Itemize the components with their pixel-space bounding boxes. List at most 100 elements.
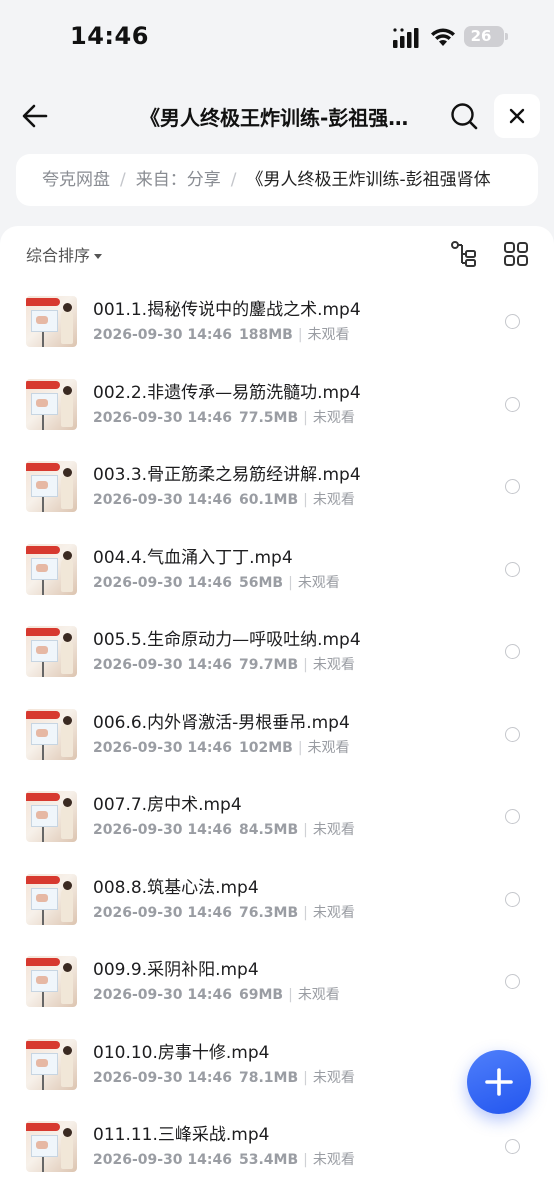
file-size: 53.4MB — [239, 1152, 299, 1168]
video-thumbnail — [26, 708, 77, 760]
file-size: 84.5MB — [239, 822, 299, 838]
thumbnail-person — [61, 303, 73, 344]
grid-view-icon — [504, 242, 528, 266]
thumbnail-person — [61, 715, 73, 757]
video-thumbnail — [26, 461, 77, 512]
thumbnail-banner — [26, 875, 60, 884]
file-date: 2026-09-30 14:46 — [93, 904, 232, 921]
meta-separator: | — [303, 904, 308, 921]
video-thumbnail — [26, 1038, 77, 1090]
thumbnail-screen — [31, 640, 58, 662]
select-checkbox[interactable] — [505, 726, 520, 742]
list-item[interactable]: 004.4.气血涌入丁丁.mp4 2026-09-30 14:46 56MB | 未观看 — [0, 540, 554, 623]
meta-separator: | — [288, 574, 293, 591]
file-date: 2026-09-30 14:46 — [93, 822, 232, 838]
thumbnail-screen — [31, 475, 58, 497]
file-size: 188MB — [239, 327, 293, 343]
breadcrumb-separator: / — [120, 170, 126, 190]
thumbnail-screen — [31, 310, 58, 332]
meta-separator: | — [303, 822, 308, 838]
video-thumbnail — [26, 296, 77, 347]
watch-status: 未观看 — [312, 409, 355, 426]
thumbnail-person — [61, 550, 73, 592]
select-checkbox[interactable] — [505, 809, 520, 824]
thumbnail-stand — [42, 992, 44, 1007]
list-item[interactable]: 008.8.筑基心法.mp4 2026-09-30 14:46 76.3MB | 未观看 — [0, 870, 554, 953]
file-name: 001.1.揭秘传说中的鏖战之术.mp4 — [93, 300, 361, 320]
breadcrumb-item-quark-drive[interactable]: 夸克网盘 — [42, 170, 110, 190]
select-checkbox[interactable] — [505, 479, 520, 494]
list-item[interactable]: 005.5.生命原动力—呼吸吐纳.mp4 2026-09-30 14:46 79.7… — [0, 622, 554, 705]
list-item[interactable]: 009.9.采阴补阳.mp4 2026-09-30 14:46 69MB | 未观看 — [0, 952, 554, 1035]
thumbnail-banner — [26, 298, 60, 306]
meta-separator: | — [303, 409, 308, 426]
select-checkbox[interactable] — [505, 396, 520, 412]
sort-dropdown[interactable]: 综合排序 — [26, 242, 103, 266]
file-size: 76.3MB — [239, 904, 299, 921]
select-checkbox[interactable] — [505, 891, 520, 907]
thumbnail-stand — [42, 1157, 44, 1172]
select-checkbox[interactable] — [505, 314, 520, 329]
thumbnail-screen — [31, 1135, 58, 1157]
breadcrumb-separator: / — [230, 170, 237, 190]
video-thumbnail — [26, 873, 77, 925]
battery-indicator: 26 — [464, 26, 508, 47]
plus-icon — [485, 1068, 513, 1096]
list-item[interactable]: 006.6.内外肾激活-男根垂吊.mp4 2026-09-30 14:46 102M… — [0, 705, 554, 788]
video-thumbnail — [26, 791, 77, 842]
thumbnail-stand — [42, 579, 44, 595]
add-button[interactable] — [467, 1050, 531, 1114]
meta-separator: | — [303, 1152, 308, 1168]
select-checkbox[interactable] — [505, 1139, 520, 1154]
thumbnail-banner — [26, 710, 60, 719]
select-checkbox[interactable] — [505, 974, 520, 989]
file-name: 011.11.三峰采战.mp4 — [93, 1125, 270, 1145]
thumbnail-stand — [42, 1074, 44, 1090]
search-button[interactable] — [444, 96, 484, 136]
video-thumbnail — [26, 543, 77, 595]
grid-view-button[interactable] — [502, 240, 530, 268]
file-size: 60.1MB — [239, 492, 299, 508]
file-date: 2026-09-30 14:46 — [93, 987, 232, 1003]
list-item[interactable]: 001.1.揭秘传说中的鏖战之术.mp4 2026-09-30 14:46 188M… — [0, 292, 554, 375]
thumbnail-banner — [26, 958, 60, 966]
meta-separator: | — [303, 492, 308, 508]
list-item[interactable]: 011.11.三峰采战.mp4 2026-09-30 14:46 53.4MB | 未观… — [0, 1117, 554, 1200]
thumbnail-stand — [42, 332, 44, 347]
thumbnail-screen — [31, 557, 58, 580]
file-name: 002.2.非遗传承—易筋洗髓功.mp4 — [93, 382, 361, 403]
list-item[interactable]: 003.3.骨正筋柔之易筋经讲解.mp4 2026-09-30 14:46 60.1… — [0, 457, 554, 540]
file-meta: 2026-09-30 14:46 188MB | 未观看 — [93, 324, 350, 344]
tree-view-button[interactable] — [450, 240, 478, 268]
search-icon — [451, 103, 478, 130]
thumbnail-stand — [42, 744, 44, 760]
video-thumbnail — [26, 1121, 77, 1172]
thumbnail-stand — [42, 497, 44, 512]
meta-separator: | — [297, 327, 303, 343]
thumbnail-person — [61, 963, 73, 1004]
breadcrumb-item-shared[interactable]: 来自：分享 — [136, 170, 221, 190]
status-time: 14:46 — [70, 22, 149, 50]
battery-level: 26 — [470, 27, 492, 45]
wifi-icon — [431, 28, 455, 46]
back-button[interactable] — [16, 96, 56, 136]
thumbnail-person — [61, 385, 73, 427]
select-checkbox[interactable] — [505, 561, 520, 577]
thumbnail-person — [61, 880, 73, 922]
file-meta: 2026-09-30 14:46 53.4MB | 未观看 — [93, 1149, 355, 1169]
list-item[interactable]: 007.7.房中术.mp4 2026-09-30 14:46 84.5MB | 未观看 — [0, 787, 554, 870]
file-meta: 2026-09-30 14:46 77.5MB | 未观看 — [93, 407, 355, 427]
thumbnail-screen — [31, 805, 58, 827]
watch-status: 未观看 — [297, 987, 340, 1003]
file-date: 2026-09-30 14:46 — [93, 574, 232, 591]
thumbnail-banner — [26, 1040, 60, 1049]
meta-separator: | — [297, 739, 303, 756]
list-item[interactable]: 002.2.非遗传承—易筋洗髓功.mp4 2026-09-30 14:46 77.5… — [0, 375, 554, 458]
file-date: 2026-09-30 14:46 — [93, 657, 232, 673]
select-checkbox[interactable] — [505, 644, 520, 659]
file-date: 2026-09-30 14:46 — [93, 739, 232, 756]
close-button[interactable] — [494, 94, 540, 138]
thumbnail-person — [61, 1045, 73, 1087]
file-name: 004.4.气血涌入丁丁.mp4 — [93, 547, 293, 568]
breadcrumb: 夸克网盘 / 来自：分享 / 《男人终极王炸训练-彭祖强肾体 — [16, 154, 538, 206]
